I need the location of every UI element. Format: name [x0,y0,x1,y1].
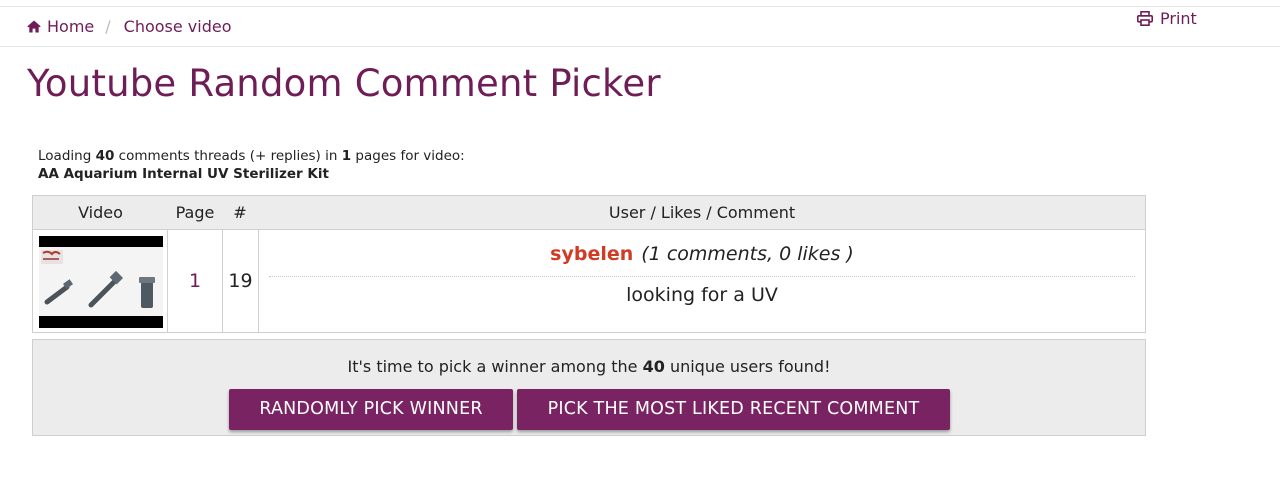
column-divider [258,230,259,332]
video-thumbnail[interactable] [39,236,163,328]
row-page-link[interactable]: 1 [168,230,222,332]
loading-middle: comments threads (+ replies) in [118,148,338,164]
header-page: Page [175,203,215,222]
print-button[interactable]: Print [1137,8,1197,28]
threads-count: 40 [95,148,115,164]
user-stats: (1 comments, 0 likes ) [641,243,854,265]
comment-text: looking for a UV [626,284,778,306]
table-header: Video Page # User / Likes / Comment [33,196,1145,230]
comment-user-line: sybelen (1 comments, 0 likes ) [269,243,1135,265]
uv-sterilizer-image [41,250,155,308]
pick-winner-message: It's time to pick a winner among the 40 … [33,357,1145,376]
breadcrumb-separator: / [105,16,111,36]
header-video: Video [78,203,123,222]
breadcrumb-current[interactable]: Choose video [124,17,232,36]
pick-text-suffix: unique users found! [669,357,831,376]
randomly-pick-winner-button[interactable]: RANDOMLY PICK WINNER [229,389,513,430]
pages-count: 1 [341,148,352,164]
nav-divider [0,46,1280,47]
home-icon [27,20,41,32]
results-table: Video Page # User / Likes / Comment 1 19… [32,195,1146,333]
thumbnail-image [39,247,163,316]
header-index: # [233,203,247,222]
video-title: AA Aquarium Internal UV Sterilizer Kit [38,166,329,182]
unique-users-count: 40 [642,357,665,376]
loading-suffix: pages for video: [355,148,465,164]
breadcrumb-home-link[interactable]: Home [27,17,94,36]
loading-status: Loading 40 comments threads (+ replies) … [38,146,465,166]
breadcrumb: Home / Choose video [27,15,232,37]
username-link[interactable]: sybelen [550,243,633,265]
pick-winner-panel: It's time to pick a winner among the 40 … [32,339,1146,436]
top-divider [0,6,1280,7]
header-user-likes-comment: User / Likes / Comment [608,203,796,222]
comment-divider [269,276,1135,277]
print-icon [1137,10,1153,26]
row-index: 19 [228,270,253,292]
page-title: Youtube Random Comment Picker [27,62,661,105]
print-label: Print [1160,8,1197,28]
pick-text-prefix: It's time to pick a winner among the [347,357,638,376]
loading-prefix: Loading [38,148,92,164]
breadcrumb-home-label: Home [47,16,95,36]
pick-most-liked-button[interactable]: PICK THE MOST LIKED RECENT COMMENT [517,389,950,430]
